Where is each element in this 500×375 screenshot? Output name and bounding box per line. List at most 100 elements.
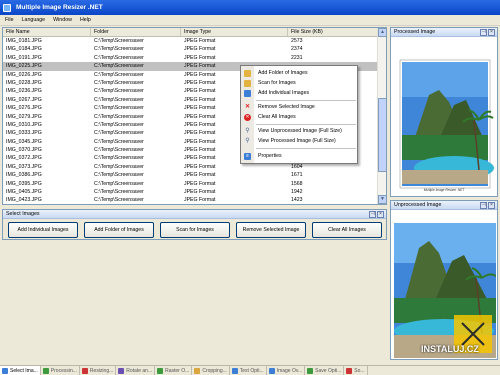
- tool-window-tab[interactable]: Raster O...: [155, 366, 193, 375]
- cell-folder: C:\Temp\Screensaver: [94, 197, 144, 204]
- menu-window[interactable]: Window: [53, 17, 72, 23]
- tool-window-tab[interactable]: Text Opti...: [230, 366, 267, 375]
- cell-image-type: JPEG Format: [184, 54, 216, 61]
- table-row[interactable]: IMG_0423.JPG C:\Temp\Screensaver JPEG Form…: [3, 196, 378, 204]
- tool-window-tab[interactable]: Select Ima...: [0, 366, 41, 375]
- cell-file-name: IMG_0373.JPG: [6, 163, 42, 170]
- close-icon[interactable]: ×: [377, 211, 384, 218]
- table-row[interactable]: IMG_0386.JPG C:\Temp\Screensaver JPEG Form…: [3, 171, 378, 179]
- table-row[interactable]: IMG_0184.JPG C:\Temp\Screensaver JPEG Form…: [3, 45, 378, 53]
- title-bar: Multiple Image Resizer .NET: [0, 0, 500, 15]
- clear-all-images-button[interactable]: Clear All Images: [312, 222, 382, 238]
- tool-window-tab[interactable]: Rotate an...: [116, 366, 156, 375]
- pin-icon[interactable]: ⊣: [480, 202, 487, 209]
- table-header: File Name Folder Image Type File Size (K…: [3, 28, 378, 37]
- cell-folder: C:\Temp\Screensaver: [94, 54, 144, 61]
- add-individual-images-button[interactable]: Add Individual Images: [8, 222, 78, 238]
- ctx-add-folder[interactable]: Add Folder of Images: [241, 68, 357, 78]
- tool-window-tab[interactable]: Image Ov...: [267, 366, 306, 375]
- close-icon[interactable]: ×: [488, 29, 495, 36]
- tool-window-tab[interactable]: Cropping...: [192, 366, 230, 375]
- unprocessed-image[interactable]: [394, 223, 497, 358]
- tab-icon: [346, 367, 353, 374]
- column-header-image-type[interactable]: Image Type: [181, 28, 288, 37]
- cell-file-name: IMG_0279.JPG: [6, 113, 42, 120]
- ctx-clear-all[interactable]: ✕ Clear All Images: [241, 112, 357, 122]
- cell-file-name: IMG_0310.JPG: [6, 121, 42, 128]
- menu-file[interactable]: File: [5, 17, 14, 23]
- cell-folder: C:\Temp\Screensaver: [94, 113, 144, 120]
- context-menu: Add Folder of Images Scan for Images Add…: [240, 65, 358, 164]
- clear-icon: ✕: [244, 114, 251, 121]
- folder-search-icon: [244, 80, 251, 87]
- table-row[interactable]: IMG_0373.JPG C:\Temp\Screensaver JPEG Form…: [3, 163, 378, 171]
- cell-folder: C:\Temp\Screensaver: [94, 147, 144, 154]
- cell-file-name: IMG_0370.JPG: [6, 147, 42, 154]
- ctx-add-individual[interactable]: Add Individual Images: [241, 88, 357, 98]
- remove-icon: ✕: [244, 104, 251, 110]
- table-row[interactable]: IMG_0395.JPG C:\Temp\Screensaver JPEG Form…: [3, 180, 378, 188]
- unprocessed-image-panel: Unprocessed Image ⊣ × INSTALUJ.CZ: [390, 200, 498, 360]
- cell-file-size: 2231: [291, 54, 303, 61]
- tool-window-tab[interactable]: So...: [344, 366, 368, 375]
- cell-file-name: IMG_0423.JPG: [6, 197, 42, 204]
- cell-folder: C:\Temp\Screensaver: [94, 88, 144, 95]
- add-folder-of-images-button[interactable]: Add Folder of Images: [84, 222, 154, 238]
- cell-file-name: IMG_0333.JPG: [6, 130, 42, 137]
- tab-label: Save Opti...: [315, 367, 342, 374]
- tab-icon: [118, 367, 125, 374]
- ctx-scan[interactable]: Scan for Images: [241, 78, 357, 88]
- cell-file-size: 1568: [291, 180, 303, 187]
- processed-image[interactable]: Multiple Image Resizer .NET: [394, 40, 496, 195]
- tool-window-tab[interactable]: Save Opti...: [305, 366, 345, 375]
- table-row[interactable]: IMG_0191.JPG C:\Temp\Screensaver JPEG Form…: [3, 54, 378, 62]
- tool-window-tab[interactable]: Resizing...: [80, 366, 117, 375]
- processed-image-panel: Processed Image ⊣ × Multiple Image Resiz…: [390, 27, 498, 197]
- column-header-file-name[interactable]: File Name: [3, 28, 91, 37]
- cell-folder: C:\Temp\Screensaver: [94, 121, 144, 128]
- cell-file-name: IMG_0181.JPG: [6, 38, 42, 44]
- cell-folder: C:\Temp\Screensaver: [94, 38, 144, 44]
- ctx-remove-selected[interactable]: ✕ Remove Selected Image: [241, 102, 357, 112]
- cell-folder: C:\Temp\Screensaver: [94, 130, 144, 137]
- cell-file-name: IMG_0225.JPG: [6, 63, 42, 70]
- table-row[interactable]: IMG_0181.JPG C:\Temp\Screensaver JPEG Form…: [3, 37, 378, 45]
- column-header-file-size[interactable]: File Size (KB): [288, 28, 378, 37]
- cell-image-type: JPEG Format: [184, 172, 216, 179]
- tab-icon: [268, 367, 275, 374]
- remove-selected-image-button[interactable]: Remove Selected Image: [236, 222, 306, 238]
- cell-folder: C:\Temp\Screensaver: [94, 180, 144, 187]
- tab-icon: [307, 367, 314, 374]
- ctx-view-unprocessed[interactable]: ⚲ View Unprocessed Image (Full Size): [241, 126, 357, 136]
- menu-language[interactable]: Language: [22, 17, 46, 23]
- scroll-down-icon[interactable]: ▼: [378, 195, 386, 204]
- cell-file-name: IMG_0405.JPG: [6, 189, 42, 196]
- pin-icon[interactable]: ⊣: [480, 29, 487, 36]
- cell-file-name: IMG_0267.JPG: [6, 96, 42, 103]
- close-icon[interactable]: ×: [488, 202, 495, 209]
- table-row[interactable]: IMG_0405.JPG C:\Temp\Screensaver JPEG Form…: [3, 188, 378, 196]
- ctx-view-processed[interactable]: ⚲ View Processed Image (Full Size): [241, 136, 357, 146]
- cell-file-name: IMG_0345.JPG: [6, 138, 42, 145]
- scroll-thumb[interactable]: [378, 98, 386, 172]
- ctx-properties[interactable]: ≡ Properties: [241, 151, 357, 161]
- table-scrollbar[interactable]: ▲ ▼: [377, 28, 386, 204]
- cell-file-size: 1942: [291, 189, 303, 196]
- ctx-separator: [256, 124, 356, 125]
- scan-for-images-button[interactable]: Scan for Images: [160, 222, 230, 238]
- tab-label: Resizing...: [89, 367, 114, 374]
- tab-label: Raster O...: [165, 367, 190, 374]
- menu-help[interactable]: Help: [80, 17, 91, 23]
- tab-icon: [157, 367, 164, 374]
- cell-file-name: IMG_0191.JPG: [6, 54, 42, 61]
- magnify-icon: ⚲: [245, 138, 250, 144]
- cell-folder: C:\Temp\Screensaver: [94, 46, 144, 53]
- column-header-folder[interactable]: Folder: [91, 28, 181, 37]
- scroll-up-icon[interactable]: ▲: [378, 28, 386, 37]
- ctx-separator: [256, 100, 356, 101]
- cell-file-name: IMG_0395.JPG: [6, 180, 42, 187]
- tool-window-tab[interactable]: Processin...: [41, 366, 80, 375]
- pin-icon[interactable]: ⊣: [369, 211, 376, 218]
- image-add-icon: [244, 90, 251, 97]
- cell-folder: C:\Temp\Screensaver: [94, 172, 144, 179]
